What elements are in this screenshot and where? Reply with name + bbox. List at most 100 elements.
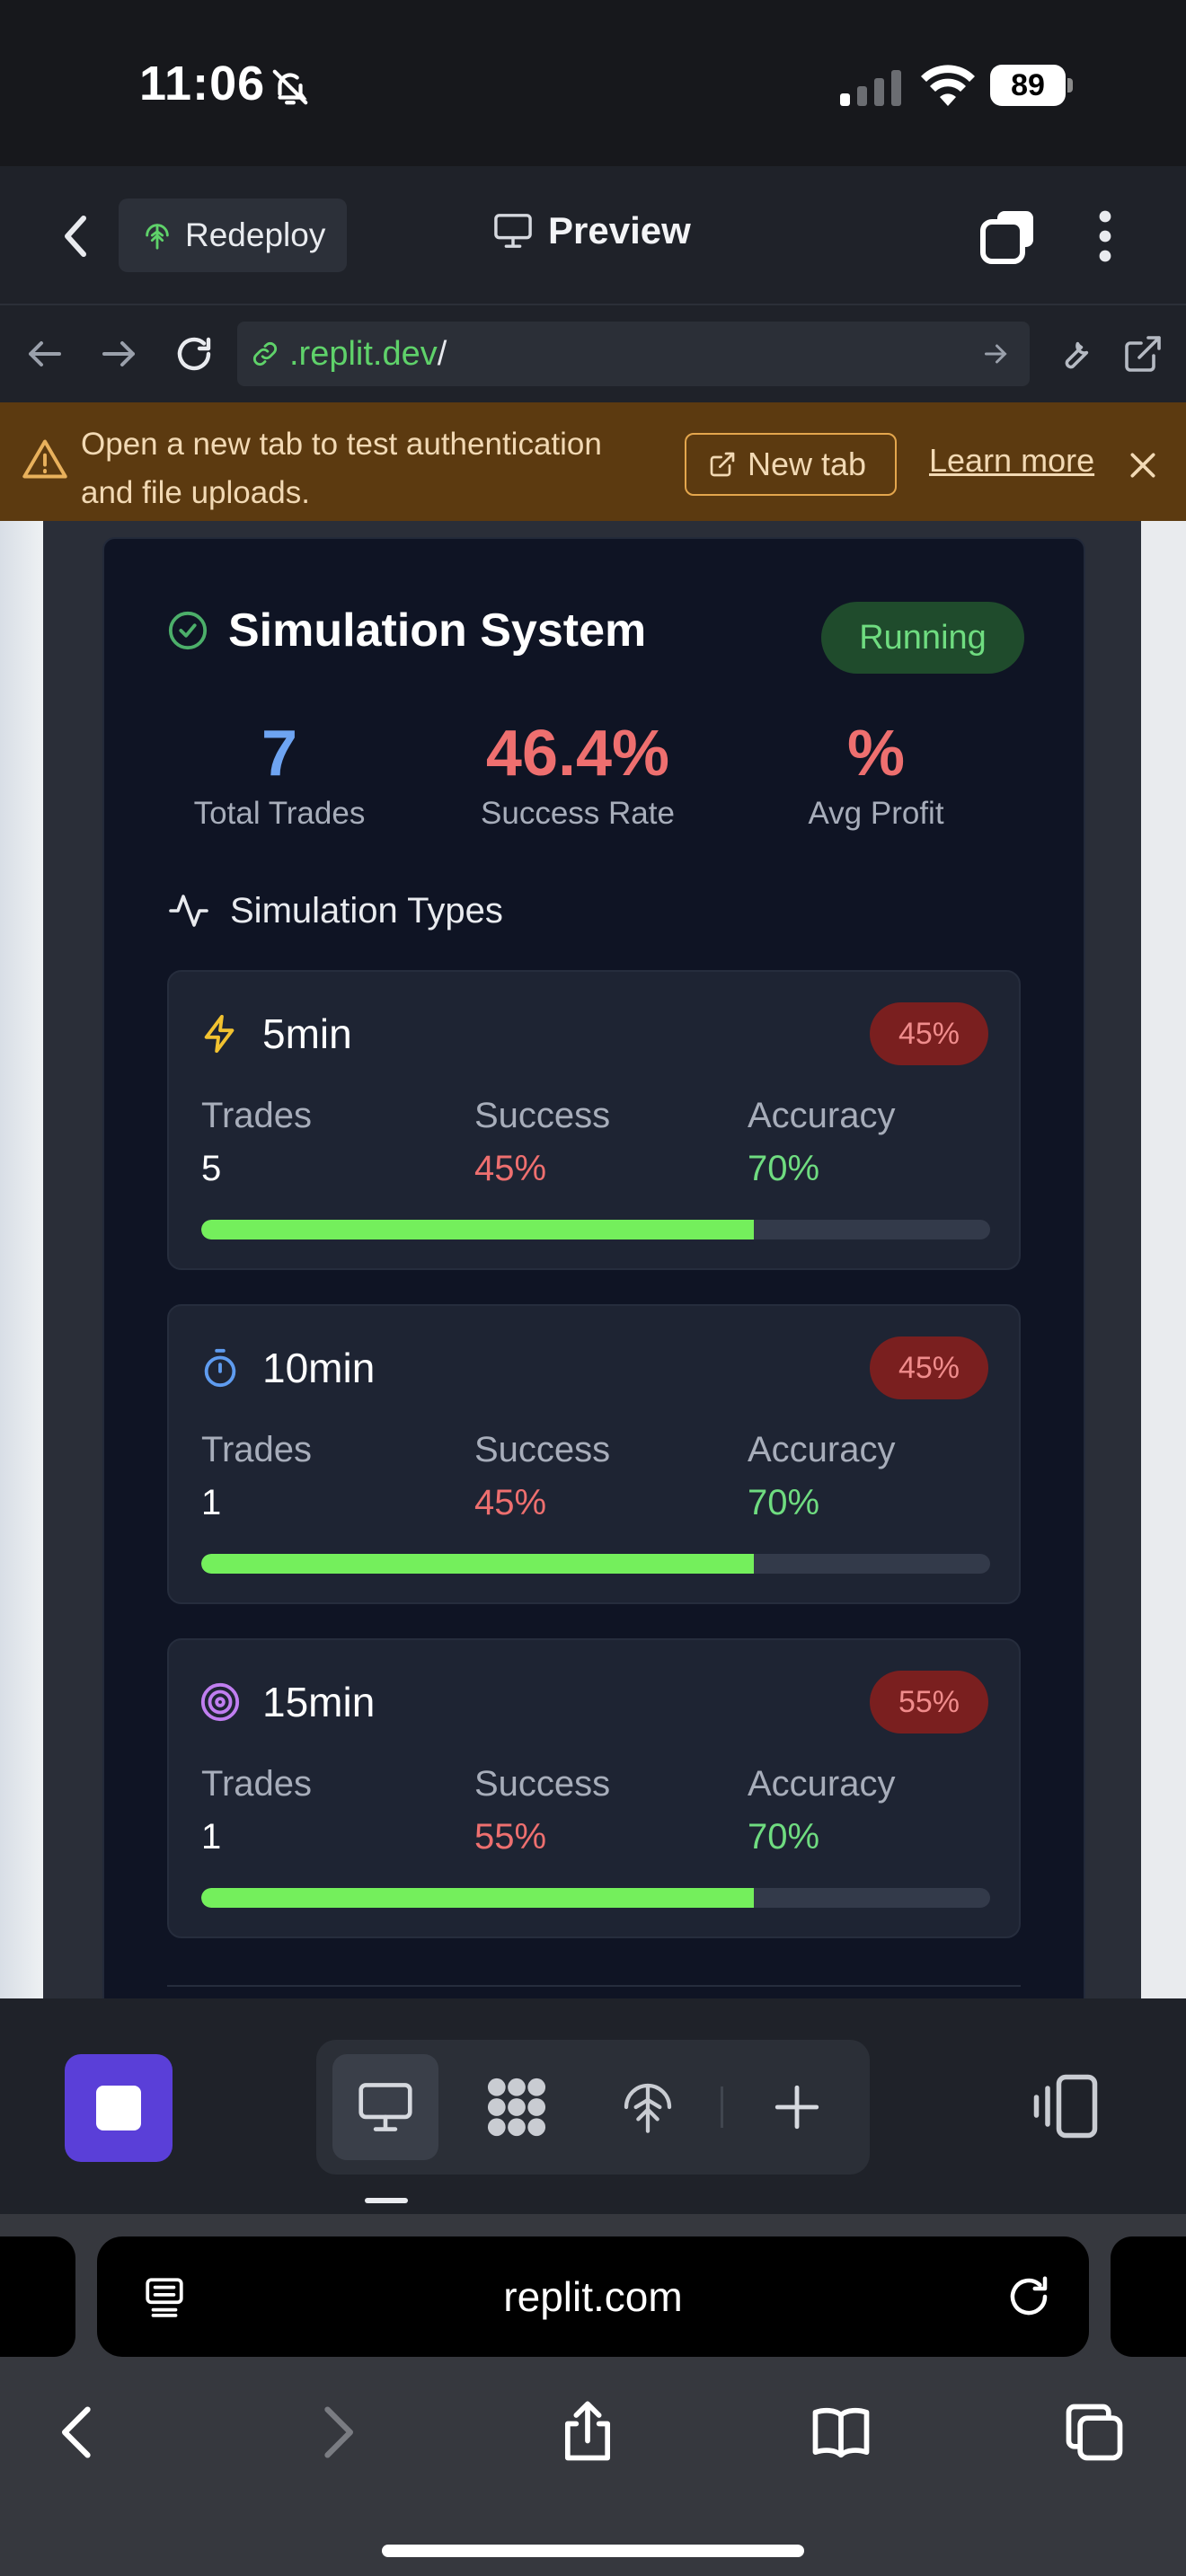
simulation-title: Simulation System (228, 604, 647, 657)
metric-trades: Trades 5 (201, 1096, 312, 1189)
refresh-icon[interactable] (173, 332, 216, 375)
more-vertical-icon[interactable] (1087, 207, 1123, 265)
monitor-icon (494, 214, 532, 248)
simulation-card: Simulation System Running 7 Total Trades… (102, 537, 1085, 1998)
prev-tab-pill[interactable] (0, 2236, 75, 2357)
new-tab-button[interactable]: New tab (685, 433, 897, 496)
sim-head: 10min (199, 1344, 375, 1392)
stat-value: 46.4% (485, 718, 670, 790)
sim-badge: 45% (870, 1337, 988, 1399)
url-path: / (437, 334, 447, 373)
add-tool-button[interactable] (744, 2054, 850, 2160)
learn-more-link[interactable]: Learn more (929, 442, 1094, 480)
metric-label: Accuracy (748, 1430, 896, 1469)
sim-head: 15min (199, 1678, 375, 1726)
external-link-icon (710, 452, 735, 477)
metric-value: 70% (748, 1483, 820, 1522)
safari-back-icon[interactable] (45, 2398, 113, 2466)
home-indicator (382, 2545, 804, 2557)
redeploy-button[interactable]: Redeploy (119, 198, 347, 272)
tabs-icon[interactable] (979, 207, 1037, 265)
battery-level: 89 (990, 65, 1066, 106)
metric-value: 5 (201, 1149, 222, 1188)
bell-muted-icon (272, 69, 308, 105)
bottom-toolbar (0, 1998, 1186, 2214)
target-icon (200, 1682, 240, 1722)
accuracy-progress-bar (201, 1220, 990, 1239)
safari-domain: replit.com (503, 2273, 683, 2320)
workspace-tool-button[interactable] (464, 2054, 570, 2160)
stat-label: Success Rate (481, 796, 675, 831)
status-bar: 11:06 89 (0, 0, 1186, 166)
nav-forward-icon[interactable] (97, 332, 140, 375)
safari-forward-icon[interactable] (302, 2398, 370, 2466)
external-link-icon[interactable] (1121, 332, 1164, 375)
deploy-tool-button[interactable] (595, 2054, 701, 2160)
new-tab-label: New tab (748, 446, 867, 482)
url-row: .replit.dev/ (0, 305, 1186, 402)
preview-tool-button[interactable] (332, 2054, 438, 2160)
back-chevron-icon[interactable] (54, 211, 99, 261)
activity-icon (169, 895, 208, 927)
tabs-overview-icon[interactable] (1060, 2398, 1128, 2466)
metric-value: 55% (474, 1817, 547, 1857)
metric-value: 1 (201, 1483, 222, 1522)
wrench-icon[interactable] (1051, 332, 1094, 375)
close-icon[interactable] (1125, 447, 1161, 483)
metric-accuracy: Accuracy 70% (748, 1096, 896, 1189)
sim-name: 15min (262, 1679, 376, 1725)
simulation-types-heading: Simulation Types (167, 889, 503, 932)
metric-label: Success (474, 1096, 611, 1135)
stat-avg-profit: % Avg Profit (741, 715, 1011, 832)
metric-label: Trades (201, 1096, 313, 1135)
warning-banner: Open a new tab to test authentication an… (0, 402, 1186, 521)
check-circle-icon (168, 611, 208, 650)
reload-icon[interactable] (1005, 2272, 1053, 2321)
side-panel-icon[interactable] (1031, 2070, 1100, 2142)
simulation-type-15min[interactable]: 15min 55% Trades 1 Success 55% Accuracy … (167, 1638, 1021, 1938)
share-icon[interactable] (553, 2398, 622, 2466)
preview-viewport: Simulation System Running 7 Total Trades… (0, 521, 1186, 1998)
metric-value: 45% (474, 1483, 547, 1522)
go-arrow-icon[interactable] (979, 338, 1012, 370)
link-icon (252, 341, 278, 366)
metric-value: 1 (201, 1817, 222, 1857)
simulation-header: Simulation System (167, 604, 646, 657)
metric-success: Success 45% (474, 1096, 610, 1189)
metric-accuracy: Accuracy 70% (748, 1430, 896, 1523)
apps-grid-icon (487, 2078, 546, 2137)
simulation-type-10min[interactable]: 10min 45% Trades 1 Success 45% Accuracy … (167, 1304, 1021, 1604)
metric-label: Success (474, 1430, 611, 1469)
next-tab-pill[interactable] (1111, 2236, 1186, 2357)
deploy-icon (146, 224, 169, 250)
stat-value: % (846, 718, 906, 790)
tool-separator (721, 2086, 723, 2128)
accuracy-progress-fill (201, 1220, 754, 1239)
metric-accuracy: Accuracy 70% (748, 1764, 896, 1857)
safari-address-bar[interactable]: replit.com (97, 2236, 1089, 2357)
accuracy-progress-bar (201, 1888, 990, 1908)
battery-indicator: 89 (990, 65, 1073, 106)
simulation-types-label: Simulation Types (230, 890, 503, 931)
sim-head: 5min (199, 1010, 352, 1058)
stat-label: Avg Profit (808, 796, 944, 831)
metric-value: 45% (474, 1149, 547, 1188)
sim-badge: 45% (870, 1002, 988, 1065)
stat-label: Total Trades (193, 796, 366, 831)
simulation-type-5min[interactable]: 5min 45% Trades 5 Success 45% Accuracy 7… (167, 970, 1021, 1270)
stat-total-trades: 7 Total Trades (145, 715, 414, 832)
url-text: .replit.dev/ (289, 335, 447, 374)
metric-label: Success (474, 1764, 611, 1804)
bookmarks-icon[interactable] (807, 2398, 875, 2466)
metric-label: Accuracy (748, 1764, 896, 1804)
metric-label: Trades (201, 1430, 313, 1469)
nav-back-icon[interactable] (23, 332, 66, 375)
sim-name: 10min (262, 1345, 376, 1391)
url-field[interactable]: .replit.dev/ (237, 322, 1030, 386)
stop-button[interactable] (65, 2054, 173, 2162)
deploy-icon (624, 2083, 672, 2133)
metric-success: Success 45% (474, 1430, 610, 1523)
accuracy-progress-fill (201, 1554, 754, 1574)
metric-trades: Trades 1 (201, 1764, 312, 1857)
stat-success-rate: 46.4% Success Rate (443, 715, 712, 832)
